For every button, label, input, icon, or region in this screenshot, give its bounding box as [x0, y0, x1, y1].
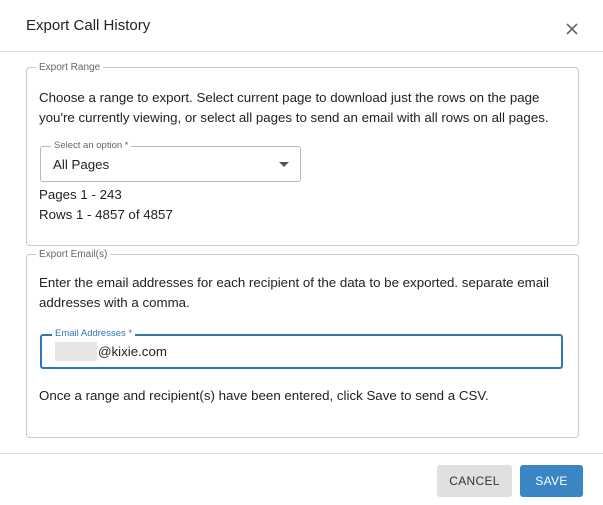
export-emails-legend: Export Email(s): [39, 249, 108, 260]
email-addresses-label: Email Addresses *: [52, 328, 136, 340]
export-emails-description: Enter the email addresses for each recip…: [39, 275, 550, 310]
pages-info: Pages 1 - 243: [39, 187, 122, 202]
range-select[interactable]: Select an option * All Pages: [40, 140, 301, 182]
redacted-text: [55, 342, 97, 361]
dialog-title: Export Call History: [26, 17, 151, 34]
export-range-description: Choose a range to export. Select current…: [39, 90, 549, 125]
range-select-label: Select an option *: [51, 140, 132, 152]
range-select-value: All Pages: [53, 157, 110, 172]
export-call-history-dialog: Export Call History Export Range Choose …: [0, 0, 603, 504]
close-icon[interactable]: [561, 18, 583, 40]
save-button[interactable]: SAVE: [520, 465, 583, 497]
dialog-header: Export Call History: [0, 0, 603, 52]
cancel-button[interactable]: CANCEL: [437, 465, 512, 497]
save-note: Once a range and recipient(s) have been …: [39, 388, 489, 403]
export-range-legend: Export Range: [39, 62, 101, 73]
email-addresses-field[interactable]: Email Addresses * @kixie.com: [40, 328, 563, 369]
chevron-down-icon: [279, 162, 289, 167]
rows-info: Rows 1 - 4857 of 4857: [39, 207, 173, 222]
dialog-footer: CANCEL SAVE: [0, 453, 603, 505]
email-addresses-value: @kixie.com: [98, 344, 167, 359]
